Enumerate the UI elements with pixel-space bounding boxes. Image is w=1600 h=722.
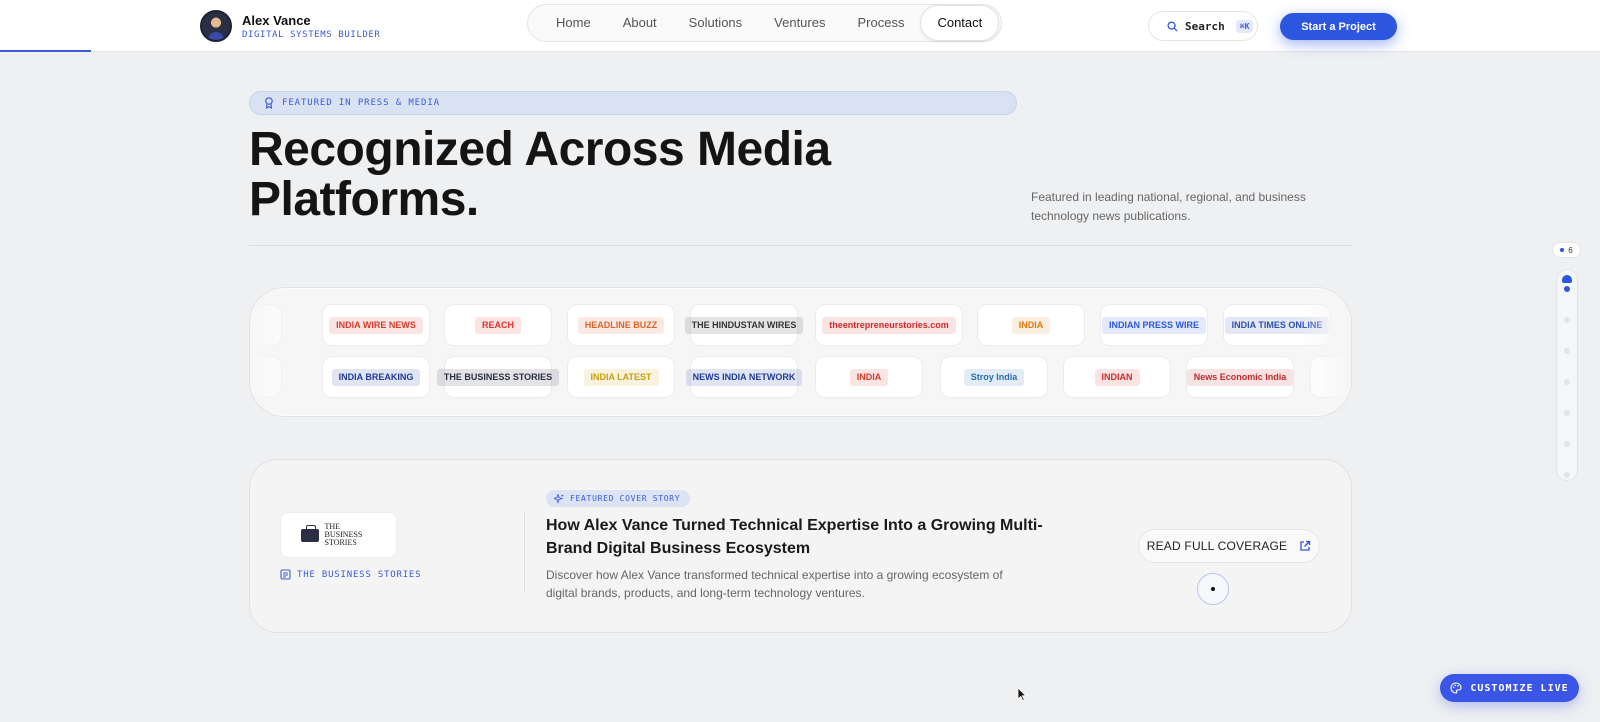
marquee-fade-left <box>250 288 300 416</box>
media-logo-text: INDIA <box>1011 316 1051 334</box>
palette-icon <box>1450 682 1462 694</box>
rail-dot[interactable] <box>1564 472 1570 478</box>
section-rail[interactable] <box>1556 269 1578 481</box>
card-divider <box>524 512 525 592</box>
section-counter: 6 <box>1552 242 1581 258</box>
search-label: Search <box>1185 19 1225 33</box>
briefcase-icon <box>300 524 319 542</box>
logo-row-1: INDIA WIRE NEWS REACH HEADLINE BUZZ THE HIN… <box>250 304 1351 348</box>
scroll-progress-bar <box>0 50 91 52</box>
external-link-icon <box>1300 540 1311 551</box>
nav-about[interactable]: About <box>607 5 673 41</box>
search-button[interactable]: Search ⌘K <box>1148 11 1258 41</box>
media-logo-tile: THE HINDUSTAN WIRES <box>684 304 804 346</box>
page-subtitle: Featured in leading national, regional, … <box>1031 190 1306 223</box>
read-full-coverage-button[interactable]: READ FULL COVERAGE <box>1138 529 1320 563</box>
publication-logo: THE BUSINESS STORIES <box>280 512 397 558</box>
publication-label: THE BUSINESS STORIES <box>280 569 421 580</box>
cover-story-badge: FEATURED COVER STORY <box>546 490 691 507</box>
media-logo-text: INDIA BREAKING <box>331 368 421 386</box>
story-description: Discover how Alex Vance transformed tech… <box>546 568 1003 600</box>
nav-process[interactable]: Process <box>841 5 920 41</box>
section-count: 6 <box>1568 245 1573 255</box>
media-logo-tile: THE BUSINESS STORIES <box>436 356 560 398</box>
mouse-cursor-icon <box>1017 687 1027 702</box>
press-badge-label: FEATURED IN PRESS & MEDIA <box>282 98 440 108</box>
main-nav: Home About Solutions Ventures Process Co… <box>527 4 1003 42</box>
publication-name: THE BUSINESS STORIES <box>297 569 422 580</box>
media-logo-tile: INDIA <box>815 356 923 398</box>
media-logo-tile: INDIA <box>977 304 1085 346</box>
brand-tagline: DIGITAL SYSTEMS BUILDER <box>242 29 381 40</box>
press-badge: FEATURED IN PRESS & MEDIA <box>249 91 1017 115</box>
marquee-fade-right <box>1301 288 1351 416</box>
media-logo-tile: NEWS INDIA NETWORK <box>685 356 803 398</box>
nav-contact[interactable]: Contact <box>920 5 1000 41</box>
media-logo-tile: INDIA BREAKING <box>322 356 430 398</box>
media-logo-tile: News Economic India <box>1186 356 1294 398</box>
rail-dot[interactable] <box>1564 441 1570 447</box>
media-logo-tile: INDIAN PRESS WIRE <box>1100 304 1208 346</box>
logo-row-2: INDIA BREAKING THE BUSINESS STORIES INDIA … <box>250 356 1351 400</box>
rail-dot[interactable] <box>1564 410 1570 416</box>
brand-name: Alex Vance <box>242 12 311 28</box>
media-logo-tile: REACH <box>444 304 552 346</box>
page-title: Recognized Across Media Platforms. <box>249 125 889 225</box>
newspaper-icon <box>280 569 291 580</box>
media-logo-marquee: INDIA WIRE NEWS REACH HEADLINE BUZZ THE HIN… <box>249 287 1352 417</box>
media-logo-text: THE HINDUSTAN WIRES <box>684 316 804 334</box>
title-line-1: Recognized Across Media <box>249 123 831 176</box>
media-logo-tile: theentrepreneurstories.com <box>815 304 963 346</box>
media-logo-tile: HEADLINE BUZZ <box>567 304 675 346</box>
sparkle-icon <box>554 493 564 504</box>
media-logo-text: News Economic India <box>1186 368 1294 386</box>
read-full-coverage-label: READ FULL COVERAGE <box>1146 539 1288 553</box>
media-logo-text: Stroy India <box>963 368 1025 386</box>
nav-solutions[interactable]: Solutions <box>673 5 758 41</box>
title-line-2: Platforms. <box>249 173 479 226</box>
award-icon <box>265 97 273 109</box>
media-logo-tile: Stroy India <box>940 356 1048 398</box>
rail-dot[interactable] <box>1564 286 1570 292</box>
section-divider <box>249 245 1352 246</box>
indicator-dot <box>1211 587 1215 591</box>
media-logo-text: INDIA <box>849 368 889 386</box>
media-logo-tile: INDIA WIRE NEWS <box>322 304 430 346</box>
media-logo-text: NEWS INDIA NETWORK <box>685 368 803 386</box>
customize-live-button[interactable]: CUSTOMIZE LIVE <box>1440 674 1579 702</box>
customize-live-label: CUSTOMIZE LIVE <box>1470 682 1569 694</box>
media-logo-text: INDIAN PRESS WIRE <box>1101 316 1206 334</box>
media-logo-tile: INDIA LATEST <box>567 356 675 398</box>
search-icon <box>1167 20 1178 32</box>
rail-dot[interactable] <box>1564 348 1570 354</box>
search-shortcut: ⌘K <box>1235 19 1254 33</box>
avatar <box>200 10 232 42</box>
brand[interactable]: Alex Vance DIGITAL SYSTEMS BUILDER <box>200 10 380 42</box>
media-logo-text: HEADLINE BUZZ <box>577 316 665 334</box>
media-logo-text: INDIA LATEST <box>583 368 659 386</box>
nav-home[interactable]: Home <box>540 5 607 41</box>
media-logo-tile: INDIAN <box>1063 356 1171 398</box>
media-logo-text: THE BUSINESS STORIES <box>436 368 560 386</box>
cover-story-label: FEATURED COVER STORY <box>570 494 681 503</box>
featured-story-card: THE BUSINESS STORIES THE BUSINESS STORIE… <box>249 459 1352 633</box>
rail-cap <box>1562 275 1572 283</box>
media-logo-text: REACH <box>474 316 521 334</box>
rail-dot[interactable] <box>1564 317 1570 323</box>
publication-logo-text: THE BUSINESS STORIES <box>324 522 363 547</box>
top-header: Alex Vance DIGITAL SYSTEMS BUILDER Home … <box>0 0 1600 52</box>
start-project-button[interactable]: Start a Project <box>1280 13 1397 40</box>
rail-dot[interactable] <box>1564 379 1570 385</box>
media-logo-text: theentrepreneurstories.com <box>822 316 956 334</box>
counter-dot <box>1560 248 1565 252</box>
carousel-indicator[interactable] <box>1197 573 1229 605</box>
nav-ventures[interactable]: Ventures <box>758 5 841 41</box>
media-logo-text: INDIAN <box>1094 368 1140 386</box>
story-title[interactable]: How Alex Vance Turned Technical Expertis… <box>546 514 1046 560</box>
media-logo-text: INDIA WIRE NEWS <box>329 316 423 334</box>
